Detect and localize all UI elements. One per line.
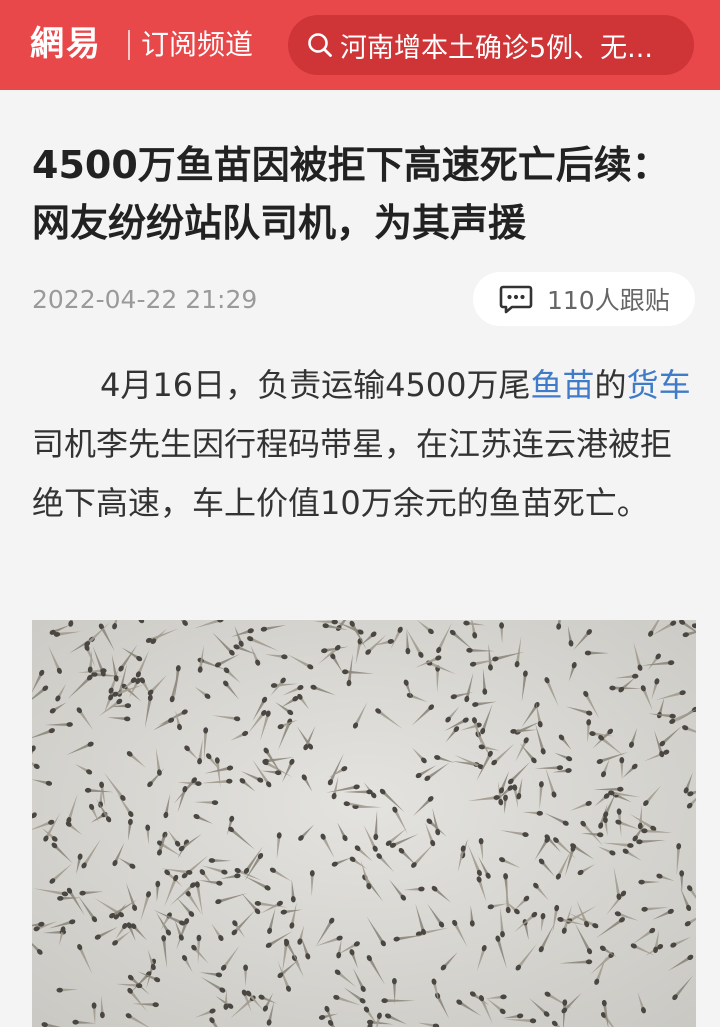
paragraph-text: 4月16日，负责运输4500万尾: [100, 366, 531, 404]
search-hot-query: 河南增本土确诊5例、无...: [340, 32, 653, 64]
article-title: 4500万鱼苗因被拒下高速死亡后续：网友纷纷站队司机，为其声援: [32, 143, 670, 245]
paragraph-text: 司机李先生因行程码带星，在江苏连云港被拒绝下高速，车上价值10万余元的鱼苗死亡。: [32, 425, 673, 522]
search-bar[interactable]: 河南增本土确诊5例、无...: [288, 15, 694, 75]
publish-datetime: 2022-04-22 21:29: [32, 285, 258, 314]
keyword-link-truck[interactable]: 货车: [627, 366, 691, 404]
fish-fry-photo: [32, 620, 696, 1027]
netease-logo[interactable]: 網易: [30, 22, 102, 66]
keyword-link-fry[interactable]: 鱼苗: [531, 366, 595, 404]
paragraph-text: 的: [594, 366, 627, 404]
top-bar: 網易 订阅频道 河南增本土确诊5例、无...: [0, 0, 720, 90]
comment-count: 110人跟贴: [547, 286, 670, 315]
header-divider: [128, 30, 130, 60]
comment-icon: [499, 284, 533, 314]
subscribe-channel-link[interactable]: 订阅频道: [141, 24, 253, 66]
fish-fry-illustration: [32, 620, 696, 1027]
comments-button[interactable]: 110人跟贴: [473, 272, 695, 326]
search-icon: [304, 29, 336, 61]
article-paragraph: 4月16日，负责运输4500万尾鱼苗的货车司机李先生因行程码带星，在江苏连云港被…: [32, 356, 700, 533]
